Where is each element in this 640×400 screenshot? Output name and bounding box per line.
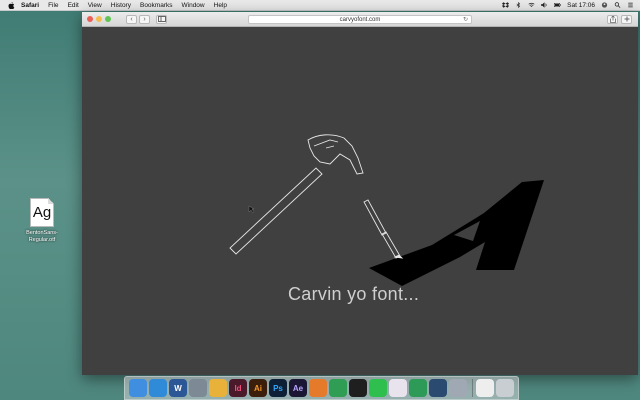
menu-bar: Safari File Edit View History Bookmarks … (0, 0, 640, 11)
menu-edit[interactable]: Edit (68, 2, 79, 9)
file-name-line-2: Regular.otf (28, 237, 56, 243)
menu-app-name[interactable]: Safari (21, 2, 39, 9)
loading-text: Carvin yo font... (288, 284, 420, 304)
status-area: Sat 17:06 (496, 2, 640, 9)
volume-icon[interactable] (541, 2, 548, 8)
dock-sublime-icon[interactable] (309, 379, 327, 397)
share-icon (609, 15, 616, 23)
browser-toolbar: ‹ › carvyofont.com ↻ (82, 12, 638, 27)
hammer-icon (229, 134, 364, 255)
spotlight-search-icon[interactable] (614, 2, 621, 8)
back-button[interactable]: ‹ (126, 14, 137, 24)
dock-hangouts-2-icon[interactable] (409, 379, 427, 397)
dock-documents-icon[interactable] (476, 379, 494, 397)
menu-view[interactable]: View (88, 2, 102, 9)
dock-illustrator-icon[interactable]: Ai (249, 379, 267, 397)
apple-icon[interactable] (8, 1, 15, 9)
menu-help[interactable]: Help (214, 2, 227, 9)
sidebar-icon (157, 15, 166, 22)
sidebar-toggle-button[interactable] (156, 14, 167, 24)
new-tab-button[interactable] (621, 15, 632, 24)
dock-photoshop-icon[interactable]: Ps (269, 379, 287, 397)
dropbox-icon[interactable] (502, 2, 510, 8)
dock-hangouts-icon[interactable] (329, 379, 347, 397)
dock-spotify-icon[interactable] (349, 379, 367, 397)
dock-trash-icon[interactable] (496, 379, 514, 397)
file-name-line-1: BentonSans- (26, 230, 58, 236)
dock-whatsapp-icon[interactable] (369, 379, 387, 397)
window-controls (87, 16, 114, 22)
fullscreen-window-button[interactable] (105, 16, 111, 22)
desktop-file-bentonsans[interactable]: Ag BentonSans- Regular.otf (18, 198, 66, 244)
forward-button[interactable]: › (139, 14, 150, 24)
dock-indesign-icon[interactable]: Id (229, 379, 247, 397)
wifi-icon[interactable] (528, 2, 535, 8)
share-button[interactable] (607, 15, 618, 24)
menu-file[interactable]: File (48, 2, 58, 9)
menu-bookmarks[interactable]: Bookmarks (140, 2, 173, 9)
menu-clock[interactable]: Sat 17:06 (567, 2, 595, 9)
plus-icon (624, 16, 629, 22)
battery-icon[interactable] (554, 2, 561, 8)
dock-after-effects-icon[interactable]: Ae (289, 379, 307, 397)
safari-window: ‹ › carvyofont.com ↻ Carvin yo font... (82, 12, 638, 375)
cursor-icon (248, 205, 255, 214)
minimize-window-button[interactable] (96, 16, 102, 22)
dock-slack-icon[interactable] (389, 379, 407, 397)
carving-scene (229, 134, 544, 286)
font-file-icon: Ag (30, 198, 54, 227)
dock-app-store-icon[interactable] (449, 379, 467, 397)
dock-word-icon[interactable]: W (169, 379, 187, 397)
letter-a-glyph (369, 180, 544, 286)
history-nav: ‹ › (124, 14, 150, 24)
address-bar[interactable]: carvyofont.com ↻ (248, 15, 472, 24)
menu-history[interactable]: History (111, 2, 131, 9)
chisel-icon (363, 199, 404, 259)
dock-chrome-icon[interactable] (209, 379, 227, 397)
url-text: carvyofont.com (339, 17, 381, 23)
notification-center-icon[interactable] (627, 2, 634, 8)
dock-preview-icon[interactable] (189, 379, 207, 397)
user-icon[interactable] (601, 2, 608, 8)
dock-separator (472, 379, 473, 397)
dock-safari-icon[interactable] (149, 379, 167, 397)
toolbar-actions (604, 15, 632, 24)
dock-finder-icon[interactable] (129, 379, 147, 397)
close-window-button[interactable] (87, 16, 93, 22)
bluetooth-icon[interactable] (515, 2, 522, 8)
reload-icon[interactable]: ↻ (463, 16, 468, 24)
dock: W Id Ai Ps Ae (124, 376, 519, 400)
web-content: Carvin yo font... (82, 28, 638, 375)
dock-quicktime-icon[interactable] (429, 379, 447, 397)
menu-window[interactable]: Window (182, 2, 205, 9)
